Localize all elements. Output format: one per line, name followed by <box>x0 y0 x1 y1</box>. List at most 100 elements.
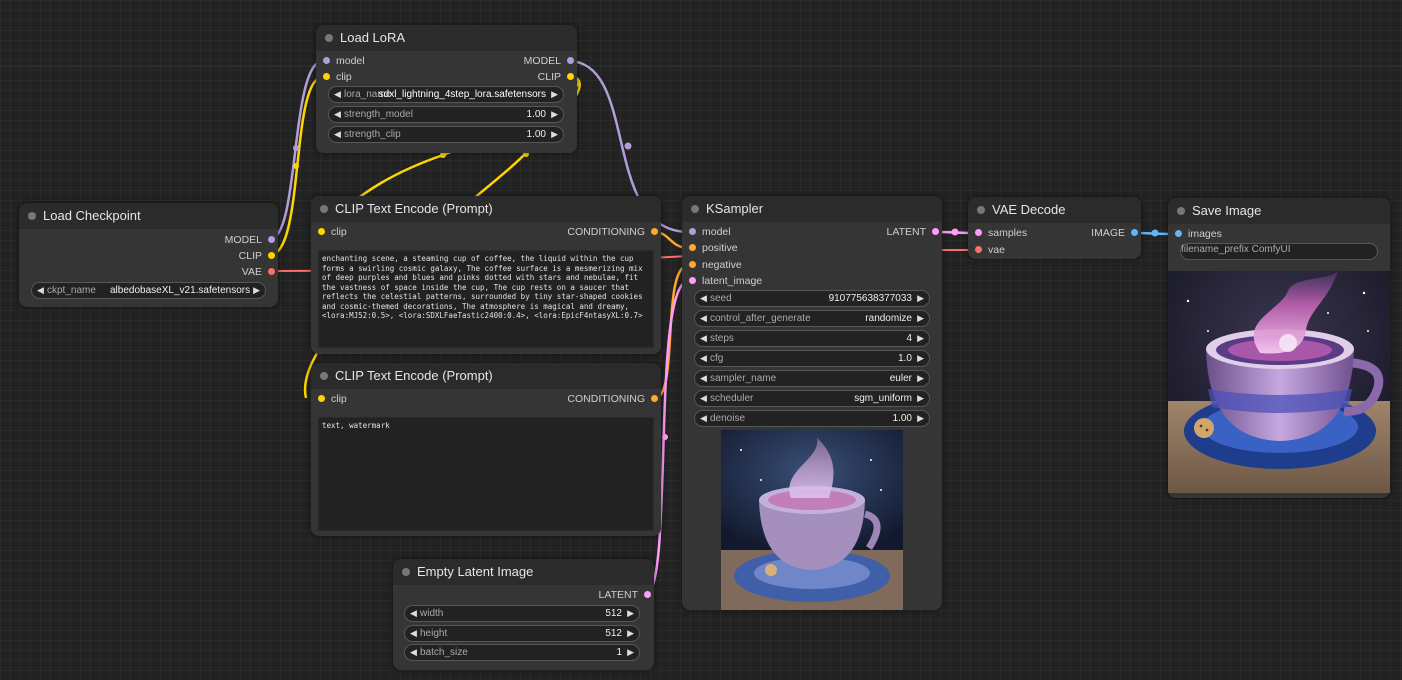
output-model[interactable]: MODEL <box>461 53 577 69</box>
steps-number[interactable]: ◀ steps 4 ▶ <box>694 330 930 347</box>
arrow-left-icon[interactable]: ◀ <box>700 392 707 405</box>
collapse-dot-icon[interactable] <box>320 372 328 380</box>
slot-dot-icon[interactable] <box>268 268 275 275</box>
output-conditioning[interactable]: CONDITIONING <box>525 391 661 407</box>
input-clip[interactable]: clip <box>315 391 347 407</box>
collapse-dot-icon[interactable] <box>691 205 699 213</box>
output-latent[interactable]: LATENT <box>826 224 942 240</box>
node-title[interactable]: CLIP Text Encode (Prompt) <box>311 196 661 222</box>
arrow-left-icon[interactable]: ◀ <box>410 627 417 640</box>
node-title[interactable]: Load Checkpoint <box>19 203 278 229</box>
input-vae[interactable]: vae <box>972 242 1005 258</box>
collapse-dot-icon[interactable] <box>28 212 36 220</box>
collapse-dot-icon[interactable] <box>320 205 328 213</box>
arrow-left-icon[interactable]: ◀ <box>700 312 707 325</box>
strength-model-number[interactable]: ◀ strength_model 1.00 ▶ <box>328 106 564 123</box>
slot-dot-icon[interactable] <box>975 246 982 253</box>
lora-name-combo[interactable]: ◀ lora_name sdxl_lightning_4step_lora.sa… <box>328 86 564 103</box>
control-after-generate-combo[interactable]: ◀ control_after_generate randomize ▶ <box>694 310 930 327</box>
slot-dot-icon[interactable] <box>689 261 696 268</box>
slot-dot-icon[interactable] <box>268 236 275 243</box>
collapse-dot-icon[interactable] <box>977 206 985 214</box>
input-model[interactable]: model <box>320 53 365 69</box>
node-clip-text-encode-positive[interactable]: CLIP Text Encode (Prompt) clip CONDITION… <box>311 196 661 354</box>
arrow-left-icon[interactable]: ◀ <box>700 292 707 305</box>
input-negative[interactable]: negative <box>686 257 742 273</box>
slot-dot-icon[interactable] <box>567 57 574 64</box>
slot-dot-icon[interactable] <box>651 395 658 402</box>
slot-dot-icon[interactable] <box>932 228 939 235</box>
arrow-right-icon[interactable]: ▶ <box>551 88 558 101</box>
input-clip[interactable]: clip <box>315 224 347 240</box>
collapse-dot-icon[interactable] <box>325 34 333 42</box>
sampler-name-combo[interactable]: ◀ sampler_name euler ▶ <box>694 370 930 387</box>
width-number[interactable]: ◀ width 512 ▶ <box>404 605 640 622</box>
output-clip[interactable]: CLIP <box>142 248 278 264</box>
input-clip[interactable]: clip <box>320 69 352 85</box>
arrow-left-icon[interactable]: ◀ <box>410 607 417 620</box>
node-load-lora[interactable]: Load LoRA model clip MODEL CLIP ◀ lora_n… <box>316 25 577 153</box>
slot-dot-icon[interactable] <box>323 73 330 80</box>
input-positive[interactable]: positive <box>686 240 738 256</box>
arrow-right-icon[interactable]: ▶ <box>551 108 558 121</box>
batch-size-number[interactable]: ◀ batch_size 1 ▶ <box>404 644 640 661</box>
prompt-textarea[interactable]: enchanting scene, a steaming cup of coff… <box>318 250 654 348</box>
scheduler-combo[interactable]: ◀ scheduler sgm_uniform ▶ <box>694 390 930 407</box>
slot-dot-icon[interactable] <box>1131 229 1138 236</box>
seed-number[interactable]: ◀ seed 910775638377033 ▶ <box>694 290 930 307</box>
collapse-dot-icon[interactable] <box>402 568 410 576</box>
node-vae-decode[interactable]: VAE Decode samples vae IMAGE <box>968 197 1141 259</box>
slot-dot-icon[interactable] <box>318 395 325 402</box>
ckpt-name-combo[interactable]: ◀ ckpt_name albedobaseXL_v21.safetensors… <box>31 282 266 299</box>
arrow-right-icon[interactable]: ▶ <box>627 607 634 620</box>
filename-prefix-field[interactable]: filename_prefix ComfyUI <box>1180 243 1378 260</box>
output-clip[interactable]: CLIP <box>461 69 577 85</box>
node-ksampler[interactable]: KSampler model positive negative latent_… <box>682 196 942 610</box>
prompt-textarea[interactable]: text, watermark <box>318 417 654 531</box>
arrow-left-icon[interactable]: ◀ <box>334 108 341 121</box>
node-title[interactable]: Save Image <box>1168 198 1390 224</box>
input-latent-image[interactable]: latent_image <box>686 273 762 289</box>
arrow-right-icon[interactable]: ▶ <box>627 646 634 659</box>
slot-dot-icon[interactable] <box>323 57 330 64</box>
input-model[interactable]: model <box>686 224 731 240</box>
slot-dot-icon[interactable] <box>689 244 696 251</box>
height-number[interactable]: ◀ height 512 ▶ <box>404 625 640 642</box>
arrow-left-icon[interactable]: ◀ <box>700 372 707 385</box>
arrow-right-icon[interactable]: ▶ <box>917 372 924 385</box>
output-vae[interactable]: VAE <box>142 264 278 280</box>
output-image[interactable]: IMAGE <box>1045 225 1141 241</box>
output-conditioning[interactable]: CONDITIONING <box>525 224 661 240</box>
node-title[interactable]: Load LoRA <box>316 25 577 51</box>
slot-dot-icon[interactable] <box>268 252 275 259</box>
arrow-right-icon[interactable]: ▶ <box>627 627 634 640</box>
slot-dot-icon[interactable] <box>975 229 982 236</box>
arrow-right-icon[interactable]: ▶ <box>917 332 924 345</box>
collapse-dot-icon[interactable] <box>1177 207 1185 215</box>
arrow-left-icon[interactable]: ◀ <box>334 88 341 101</box>
arrow-left-icon[interactable]: ◀ <box>700 352 707 365</box>
node-title[interactable]: VAE Decode <box>968 197 1141 223</box>
slot-dot-icon[interactable] <box>689 277 696 284</box>
slot-dot-icon[interactable] <box>567 73 574 80</box>
arrow-left-icon[interactable]: ◀ <box>334 128 341 141</box>
node-load-checkpoint[interactable]: Load Checkpoint MODEL CLIP VAE ◀ ckpt_na… <box>19 203 278 307</box>
denoise-number[interactable]: ◀ denoise 1.00 ▶ <box>694 410 930 427</box>
arrow-left-icon[interactable]: ◀ <box>37 284 44 297</box>
arrow-left-icon[interactable]: ◀ <box>700 332 707 345</box>
slot-dot-icon[interactable] <box>318 228 325 235</box>
strength-clip-number[interactable]: ◀ strength_clip 1.00 ▶ <box>328 126 564 143</box>
output-model[interactable]: MODEL <box>142 232 278 248</box>
arrow-right-icon[interactable]: ▶ <box>917 392 924 405</box>
input-images[interactable]: images <box>1172 226 1222 242</box>
node-title[interactable]: Empty Latent Image <box>393 559 654 585</box>
arrow-right-icon[interactable]: ▶ <box>917 352 924 365</box>
arrow-right-icon[interactable]: ▶ <box>917 312 924 325</box>
node-save-image[interactable]: Save Image images filename_prefix ComfyU… <box>1168 198 1390 498</box>
arrow-right-icon[interactable]: ▶ <box>551 128 558 141</box>
node-clip-text-encode-negative[interactable]: CLIP Text Encode (Prompt) clip CONDITION… <box>311 363 661 536</box>
arrow-left-icon[interactable]: ◀ <box>700 412 707 425</box>
arrow-right-icon[interactable]: ▶ <box>917 292 924 305</box>
node-title[interactable]: KSampler <box>682 196 942 222</box>
slot-dot-icon[interactable] <box>689 228 696 235</box>
